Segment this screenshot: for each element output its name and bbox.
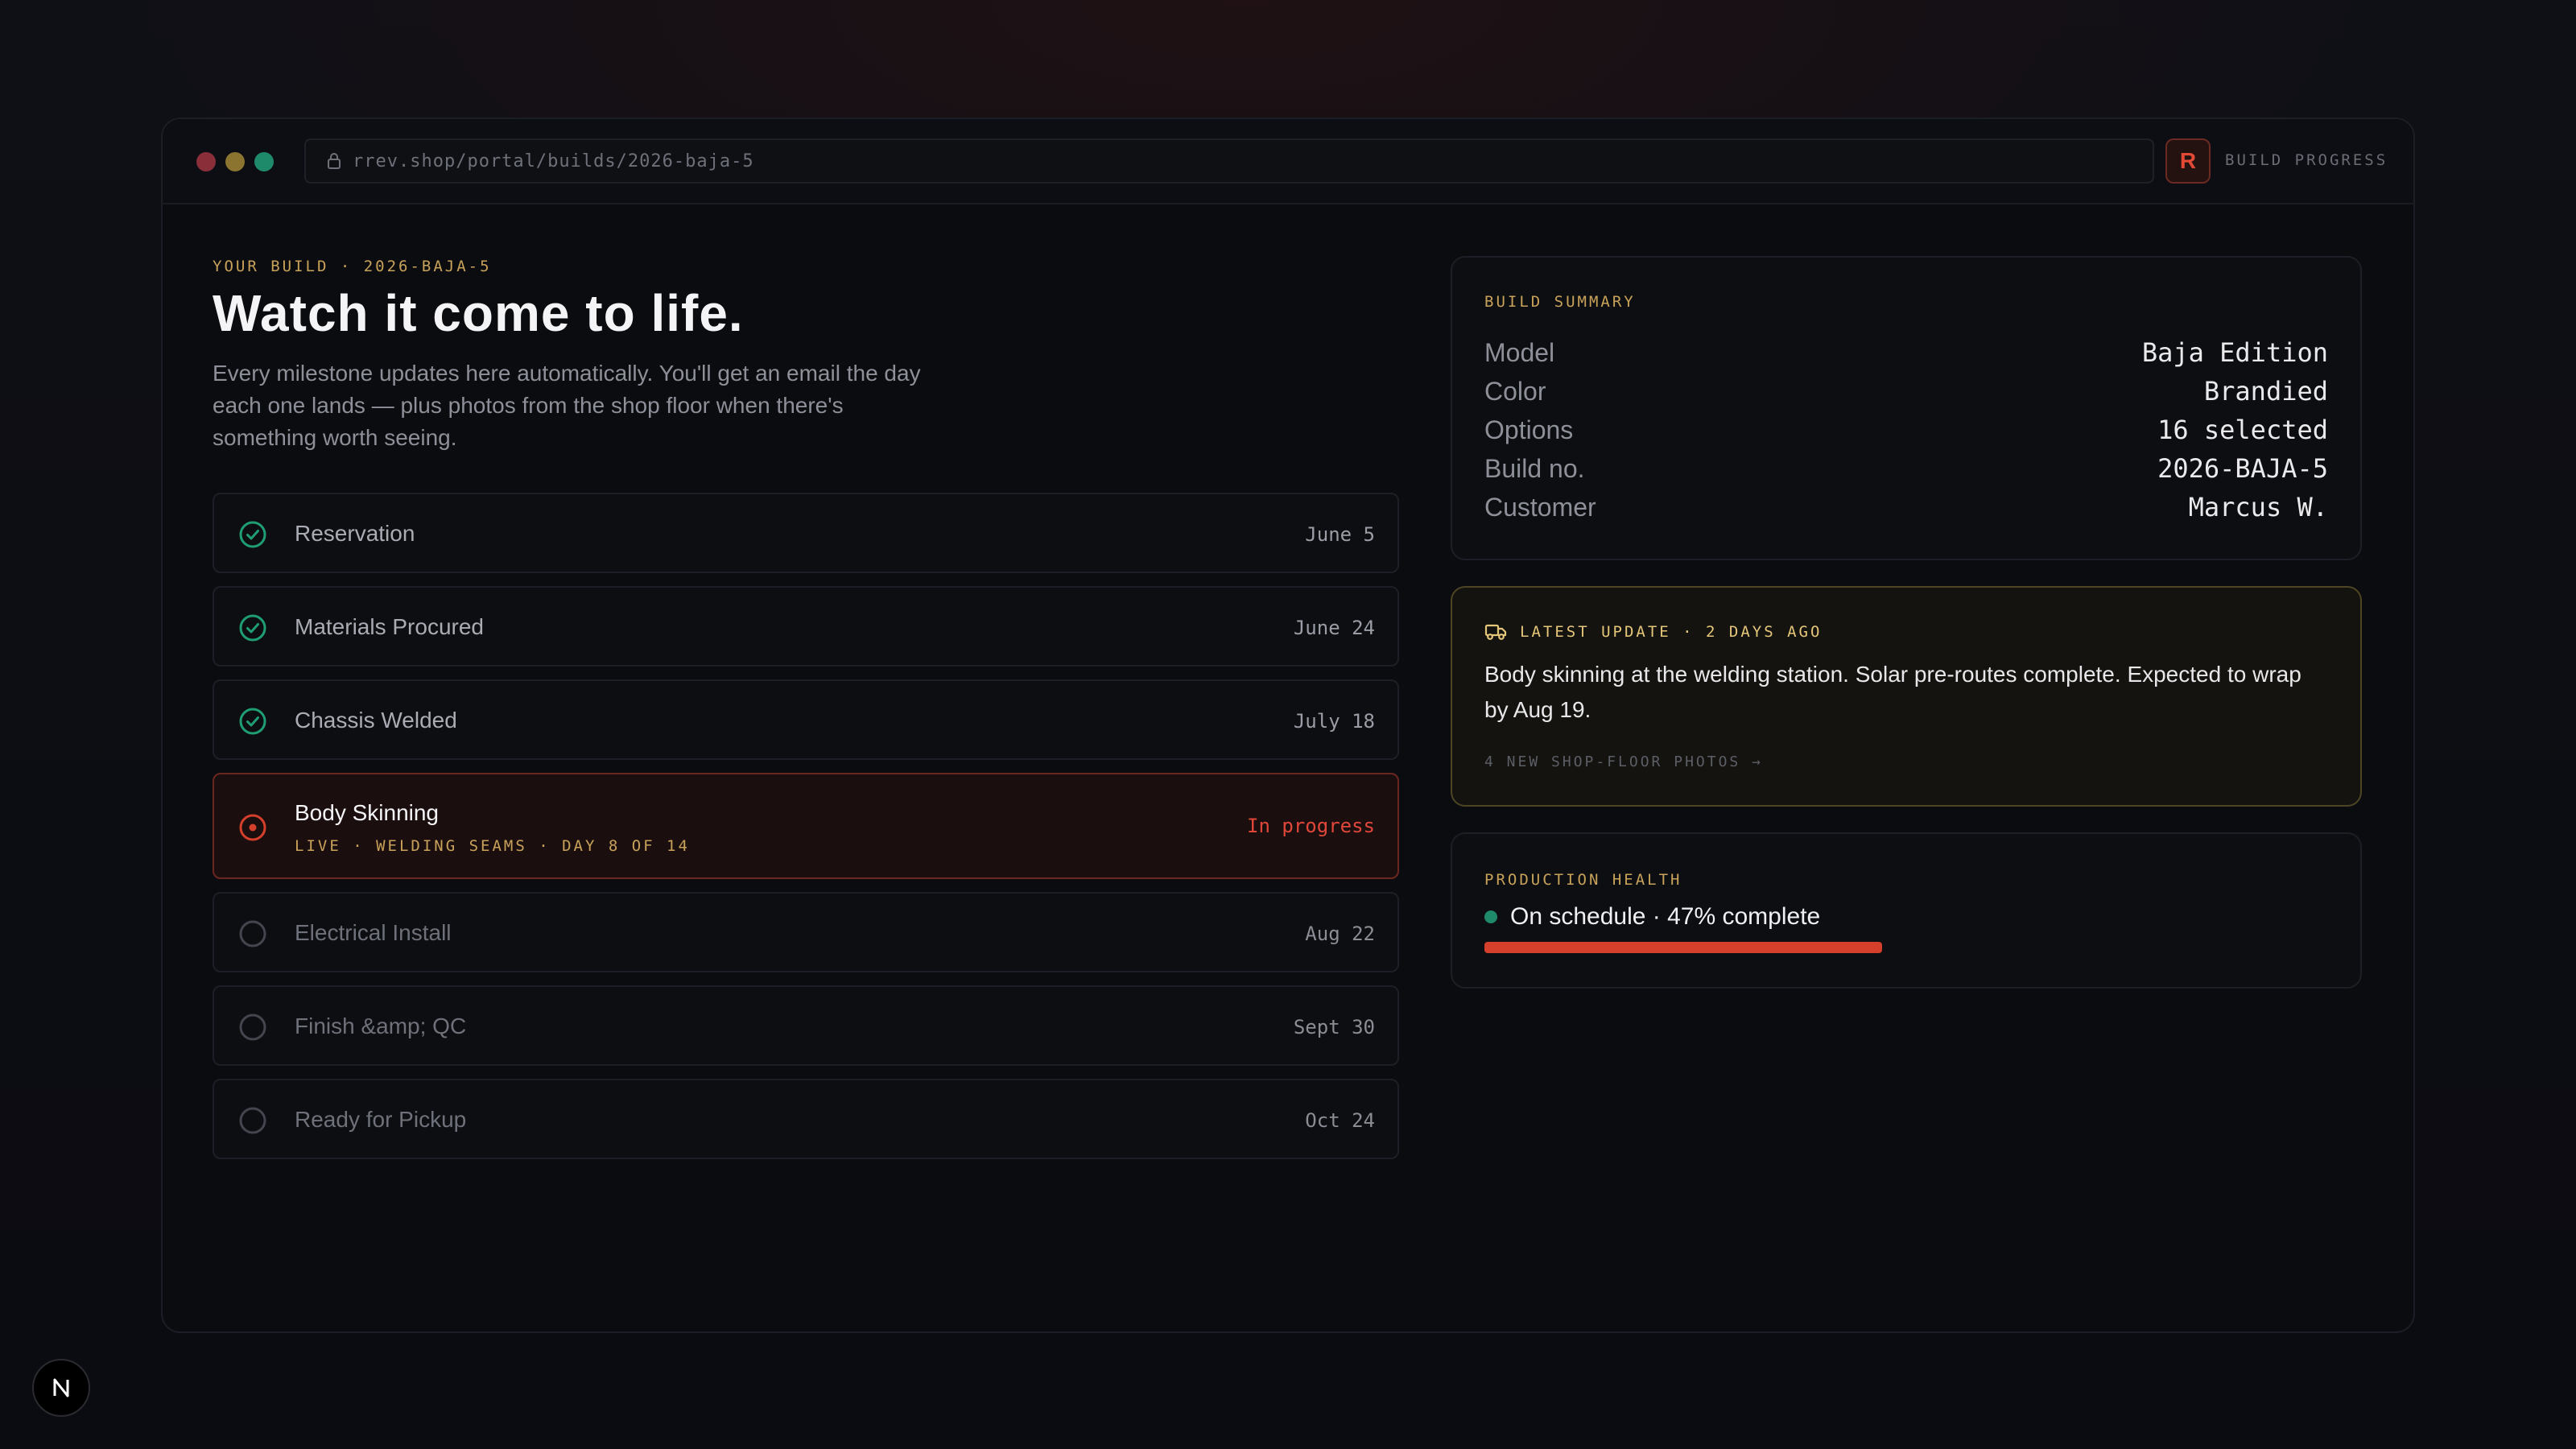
title-bar: rrev.shop/portal/builds/2026-baja-5 R BU… <box>163 119 2413 204</box>
health-status: On schedule · 47% complete <box>1484 903 1820 931</box>
summary-row: Options 16 selected <box>1484 411 2328 449</box>
summary-key: Model <box>1484 337 1555 367</box>
latest-update-header: LATEST UPDATE · 2 DAYS AGO <box>1484 623 1822 641</box>
summary-row: Build no. 2026-BAJA-5 <box>1484 449 2328 488</box>
milestone-date: Aug 22 <box>1305 923 1375 945</box>
shop-floor-photos-link[interactable]: 4 NEW SHOP-FLOOR PHOTOS → <box>1484 753 1763 770</box>
brand-label: BUILD PROGRESS <box>2225 151 2388 169</box>
milestone-status: In progress <box>1247 815 1375 837</box>
milestone-title: Reservation <box>295 521 415 546</box>
build-summary-label: BUILD SUMMARY <box>1484 293 1636 311</box>
minimize-window-button[interactable] <box>225 152 245 171</box>
address-bar[interactable]: rrev.shop/portal/builds/2026-baja-5 <box>304 138 2154 184</box>
milestone-row[interactable]: Ready for Pickup Oct 24 <box>213 1079 1399 1159</box>
milestone-row[interactable]: Reservation June 5 <box>213 493 1399 573</box>
milestone-row[interactable]: Chassis Welded July 18 <box>213 679 1399 760</box>
intro-text: Every milestone updates here automatical… <box>213 361 921 450</box>
url-text: rrev.shop/portal/builds/2026-baja-5 <box>353 151 754 171</box>
milestone-row[interactable]: Electrical Install Aug 22 <box>213 892 1399 972</box>
empty-circle-icon <box>238 919 267 948</box>
progress-bar <box>1484 942 2330 953</box>
empty-circle-icon <box>238 1013 267 1042</box>
progress-bar-fill <box>1484 942 1882 953</box>
milestone-list: Reservation June 5 Materials Procured June … <box>213 493 1399 1172</box>
summary-value: Baja Edition <box>2141 337 2328 368</box>
milestone-date: June 5 <box>1305 523 1375 546</box>
latest-update-body: Body skinning at the welding station. So… <box>1484 662 2301 722</box>
milestone-row[interactable]: Materials Procured June 24 <box>213 586 1399 667</box>
summary-rows: Model Baja Edition Color Brandied Options 16 … <box>1484 333 2328 526</box>
milestone-subtitle: LIVE · WELDING SEAMS · DAY 8 OF 14 <box>295 837 690 855</box>
build-eyebrow: YOUR BUILD · 2026-BAJA-5 <box>213 258 492 275</box>
summary-row: Customer Marcus W. <box>1484 488 2328 526</box>
page-title: Watch it come to life. <box>213 284 744 342</box>
health-status-text: On schedule · 47% complete <box>1510 903 1821 930</box>
milestone-title: Finish &amp; QC <box>295 1013 467 1038</box>
production-health-card: PRODUCTION HEALTH On schedule · 47% comp… <box>1451 832 2362 989</box>
summary-value: Brandied <box>2203 376 2328 407</box>
check-circle-icon <box>238 613 267 642</box>
next-logo-button[interactable] <box>32 1359 90 1417</box>
lock-icon <box>328 153 341 169</box>
summary-row: Model Baja Edition <box>1484 333 2328 372</box>
status-dot-icon <box>1484 910 1497 923</box>
empty-circle-icon <box>238 1106 267 1135</box>
production-health-label: PRODUCTION HEALTH <box>1484 871 1682 889</box>
milestone-title: Body Skinning <box>295 800 440 825</box>
milestone-title: Chassis Welded <box>295 708 457 733</box>
summary-key: Customer <box>1484 492 1596 522</box>
summary-value: 16 selected <box>2157 415 2328 445</box>
milestone-row[interactable]: Finish &amp; QC Sept 30 <box>213 985 1399 1066</box>
maximize-window-button[interactable] <box>254 152 274 171</box>
milestone-date: Oct 24 <box>1305 1109 1375 1132</box>
summary-key: Color <box>1484 376 1546 406</box>
summary-value: 2026-BAJA-5 <box>2157 453 2328 484</box>
latest-update-label: LATEST UPDATE · 2 DAYS AGO <box>1520 623 1823 641</box>
truck-icon <box>1484 624 1507 640</box>
summary-row: Color Brandied <box>1484 372 2328 411</box>
brand-logo: R <box>2165 138 2211 184</box>
radio-dot-icon <box>238 813 267 842</box>
milestone-title: Electrical Install <box>295 920 452 945</box>
milestone-row[interactable]: Body Skinning LIVE · WELDING SEAMS · DAY … <box>213 773 1399 879</box>
milestone-date: July 18 <box>1293 710 1375 733</box>
close-window-button[interactable] <box>196 152 216 171</box>
check-circle-icon <box>238 520 267 549</box>
summary-value: Marcus W. <box>2188 492 2328 522</box>
build-summary-card: BUILD SUMMARY Model Baja Edition Color Bran… <box>1451 256 2362 560</box>
milestone-date: Sept 30 <box>1293 1016 1375 1038</box>
milestone-date: June 24 <box>1293 617 1375 639</box>
summary-key: Options <box>1484 415 1574 444</box>
latest-update-card: LATEST UPDATE · 2 DAYS AGO Body skinning… <box>1451 586 2362 807</box>
milestone-title: Materials Procured <box>295 614 484 639</box>
summary-key: Build no. <box>1484 453 1585 483</box>
check-circle-icon <box>238 707 267 736</box>
milestone-title: Ready for Pickup <box>295 1107 467 1132</box>
n-logo-icon <box>53 1378 69 1397</box>
